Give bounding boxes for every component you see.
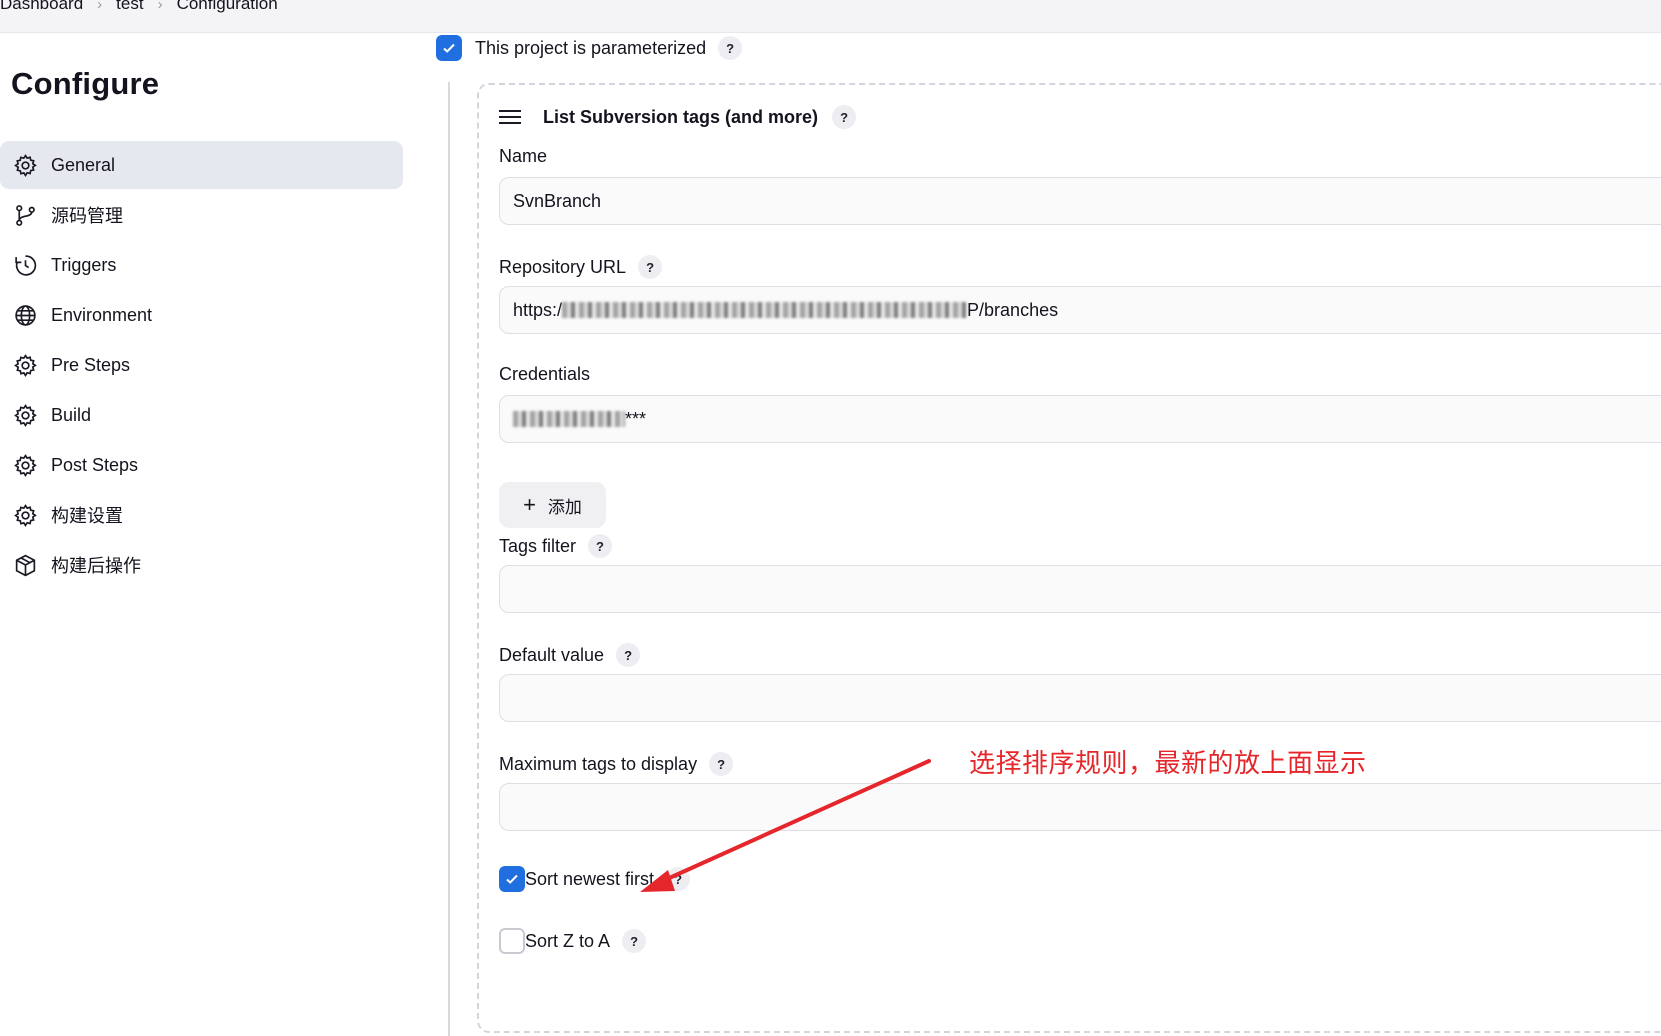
annotation-text: 选择排序规则，最新的放上面显示 bbox=[969, 748, 1367, 778]
annotation-arrow bbox=[640, 759, 931, 892]
